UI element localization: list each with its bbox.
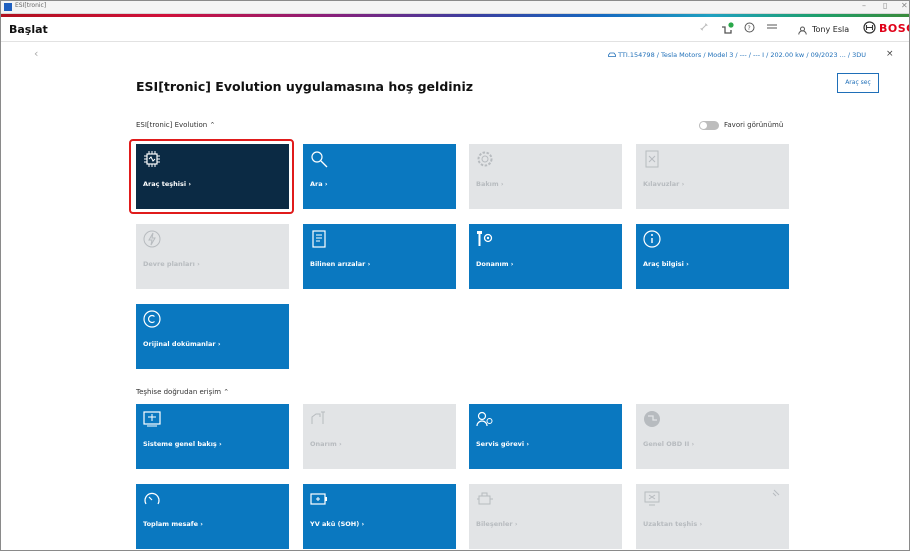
battery-icon [310,493,327,505]
app-header: Başlat ? Tony Esla BOSCH [1,17,909,42]
favorite-view-label: Favori görünümü [724,121,784,129]
tile-system-overview[interactable]: Sisteme genel bakış › [136,404,289,469]
vehicle-breadcrumb[interactable]: TTI.154798 / Tesla Motors / Model 3 / --… [608,51,866,59]
tile-original-documents[interactable]: Orijinal dokümanlar › [136,304,289,369]
breadcrumb-close-button[interactable]: × [886,49,894,59]
tile-known-faults[interactable]: Bilinen arızalar › [303,224,456,289]
tile-equipment[interactable]: Donanım › [469,224,622,289]
plug-icon [772,489,780,497]
menu-icon[interactable] [767,22,777,35]
info-icon [643,230,661,248]
tile-label: Onarım › [310,440,342,448]
tile-remote-diagnosis[interactable]: Uzaktan teşhis › [636,484,789,549]
vci-connection-icon[interactable] [721,22,735,37]
tile-label: Genel OBD II › [643,440,695,448]
tile-label: Sisteme genel bakış › [143,440,222,448]
tile-components[interactable]: Bileşenler › [469,484,622,549]
repair-icon [311,411,325,424]
tile-vehicle-info[interactable]: Araç bilgisi › [636,224,789,289]
help-icon[interactable]: ? [744,22,755,36]
lightning-icon [143,230,161,248]
tile-circuit-diagrams[interactable]: Devre planları › [136,224,289,289]
gear-icon [477,151,493,167]
favorite-view-toggle[interactable] [699,121,719,130]
window-title: ESI[tronic] [15,2,47,9]
tile-label: Orijinal dokümanlar › [143,340,221,348]
globe-icon [644,411,660,427]
tile-label: Devre planları › [143,260,200,268]
tile-label: Bakım › [476,180,504,188]
bosch-logo-icon [863,21,876,37]
manual-icon [645,150,659,168]
tile-label: Servis görevi › [476,440,530,448]
engine-icon [477,492,493,505]
tools-icon [477,231,493,246]
document-list-icon [312,230,326,248]
tile-label: Uzaktan teşhis › [643,520,703,528]
technician-icon [476,411,493,427]
speedometer-icon [144,492,160,505]
restore-button[interactable]: ▯ [883,1,887,10]
svg-text:?: ? [748,25,751,32]
app-window: ESI[tronic] – ▯ ✕ Başlat ? Tony Esla BOS… [0,0,910,551]
car-icon [608,52,616,57]
tile-label: Bileşenler › [476,520,518,528]
tile-guides[interactable]: Kılavuzlar › [636,144,789,209]
tile-maintenance[interactable]: Bakım › [469,144,622,209]
user-icon[interactable] [798,25,807,38]
brand-logo: BOSCH [879,22,909,35]
tile-generic-obd[interactable]: Genel OBD II › [636,404,789,469]
page-title: Başlat [9,23,48,36]
system-overview-icon [143,411,161,427]
tile-label: YV akü (SOH) › [310,520,365,528]
monitor-icon [644,491,660,506]
breadcrumb-text: TTI.154798 / Tesla Motors / Model 3 / --… [618,51,867,59]
back-chevron-icon[interactable]: ‹ [34,47,38,60]
app-icon [4,3,12,11]
tile-label: Donanım › [476,260,514,268]
section-direct-diagnosis[interactable]: Teşhise doğrudan erişim ⌃ [136,388,229,396]
tile-battery-soh[interactable]: YV akü (SOH) › [303,484,456,549]
highlight-frame [129,139,294,214]
select-vehicle-button[interactable]: Araç seç [837,73,879,93]
user-name[interactable]: Tony Esla [812,25,849,34]
copyright-icon [143,310,161,328]
tile-label: Toplam mesafe › [143,520,203,528]
tile-label: Araç bilgisi › [643,260,689,268]
tile-label: Ara › [310,180,328,188]
welcome-heading: ESI[tronic] Evolution uygulamasına hoş g… [136,79,474,94]
tile-label: Bilinen arızalar › [310,260,371,268]
search-icon [311,151,328,168]
tile-total-mileage[interactable]: Toplam mesafe › [136,484,289,549]
window-titlebar: ESI[tronic] – ▯ ✕ [1,1,909,14]
minimize-button[interactable]: – [862,1,866,10]
section-esi-evolution[interactable]: ESI[tronic] Evolution ⌃ [136,121,215,129]
tile-service-task[interactable]: Servis görevi › [469,404,622,469]
tile-search[interactable]: Ara › [303,144,456,209]
tile-repair[interactable]: Onarım › [303,404,456,469]
close-window-button[interactable]: ✕ [901,1,908,10]
tile-label: Kılavuzlar › [643,180,685,188]
link-icon[interactable] [699,22,709,35]
